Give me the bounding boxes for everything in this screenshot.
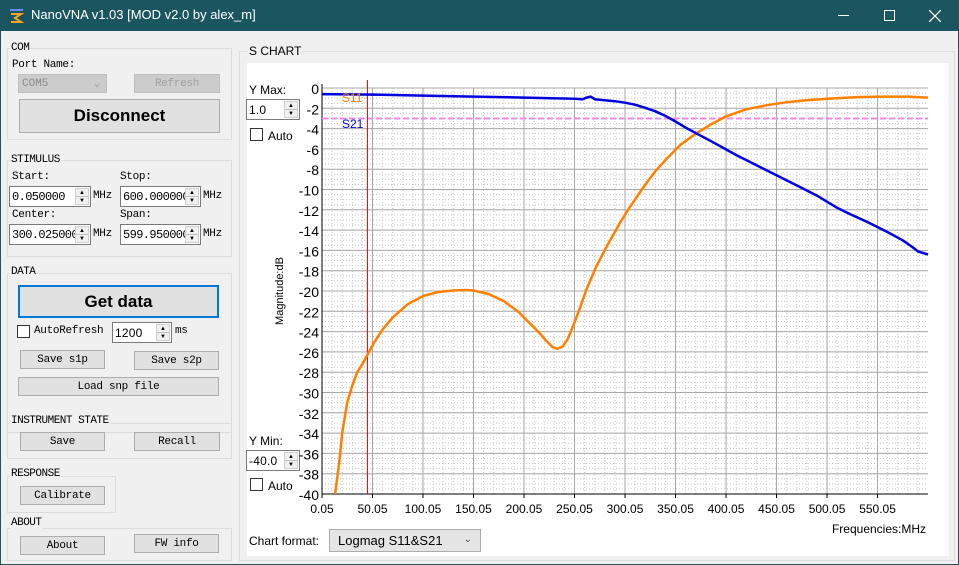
y-tick-label: 0: [311, 81, 319, 97]
y-tick-label: -38: [299, 467, 319, 483]
y-tick-label: -10: [299, 183, 319, 199]
y-tick-label: -2: [307, 101, 320, 117]
x-tick-label: 250.05: [556, 502, 593, 516]
x-tick-label: 200.05: [506, 502, 543, 516]
window-title: NanoVNA v1.03 [MOD v2.0 by alex_m]: [31, 7, 256, 22]
x-tick-label: 450.05: [758, 502, 795, 516]
y-tick-label: -4: [307, 122, 320, 138]
legend-s11: S11: [342, 91, 363, 105]
y-tick-label: -26: [299, 345, 319, 361]
x-axis-title: Frequencies:MHz: [832, 522, 926, 536]
y-tick-label: -12: [299, 203, 319, 219]
x-tick-label: 100.05: [405, 502, 442, 516]
y-tick-label: -14: [299, 223, 319, 239]
x-tick-label: 50.05: [357, 502, 387, 516]
y-tick-label: -40: [299, 487, 319, 503]
y-tick-label: -24: [299, 325, 319, 341]
legend-s21: S21: [342, 117, 364, 131]
y-tick-label: -6: [307, 142, 320, 158]
x-tick-label: 500.05: [809, 502, 846, 516]
x-tick-label: 300.05: [607, 502, 644, 516]
nanovna-app-icon: [9, 8, 25, 24]
y-axis-title: Magnitude:dB: [274, 257, 286, 325]
y-tick-label: -34: [299, 426, 319, 442]
x-tick-label: 400.05: [708, 502, 745, 516]
minimize-button[interactable]: [820, 0, 866, 31]
s-parameter-chart: 0.05 50.05 100.05 150.05 200.05 250.05 300.05 3…: [274, 80, 929, 536]
title-bar: NanoVNA v1.03 [MOD v2.0 by alex_m]: [0, 0, 959, 31]
minimize-icon: [837, 14, 849, 17]
y-tick-label: -8: [307, 162, 320, 178]
x-tick-label: 0.05: [310, 502, 334, 516]
y-tick-label: -16: [299, 243, 319, 259]
y-tick-label: -18: [299, 264, 319, 280]
y-tick-label: -36: [299, 446, 319, 462]
x-tick-label: 550.05: [859, 502, 896, 516]
maximize-icon: [883, 10, 895, 21]
y-tick-label: -22: [299, 304, 319, 320]
main-window: COM Port Name: COM5 ⌄ Refresh Disconnect…: [1, 31, 958, 564]
y-tick-label: -32: [299, 406, 319, 422]
y-tick-label: -20: [299, 284, 319, 300]
series-line-s11: [333, 95, 929, 495]
y-tick-label: -28: [299, 365, 319, 381]
maximize-button[interactable]: [866, 0, 912, 31]
close-icon: [929, 9, 941, 22]
close-button[interactable]: [912, 0, 958, 31]
x-tick-label: 150.05: [455, 502, 492, 516]
y-tick-label: -30: [299, 386, 319, 402]
x-tick-label: 350.05: [657, 502, 694, 516]
